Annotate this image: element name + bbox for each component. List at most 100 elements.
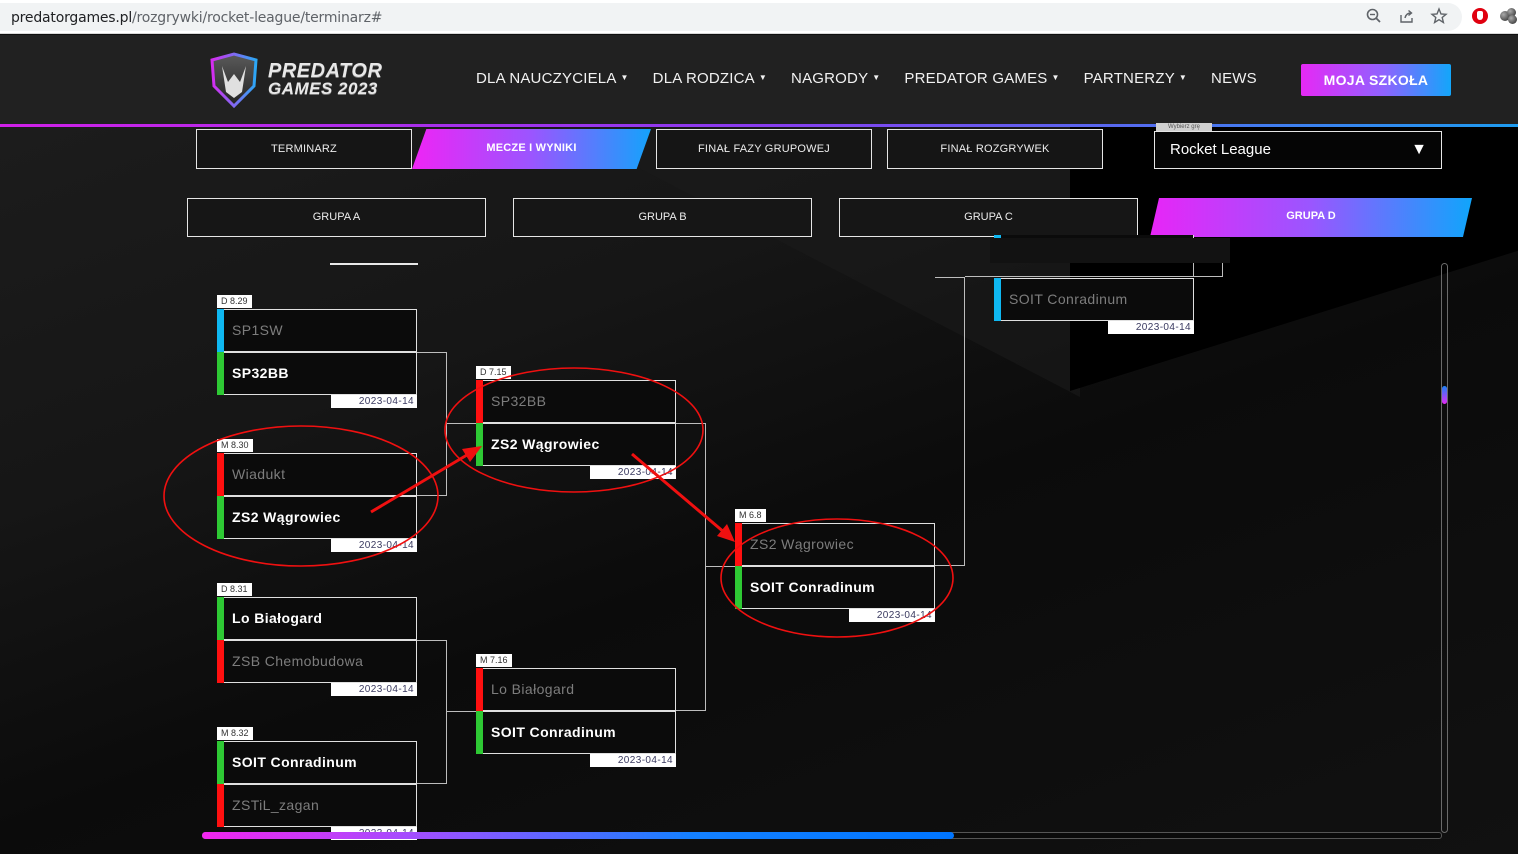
caret-down-icon: ▼ [758, 73, 768, 82]
team-name: SP32BB [232, 365, 289, 381]
team-name: ZS2 Wągrowiec [232, 509, 341, 525]
match-code: M 7.16 [476, 654, 512, 667]
tab-terminarz[interactable]: TERMINARZ [196, 129, 412, 169]
vertical-scroll-thumb[interactable] [1442, 386, 1447, 404]
caret-down-icon: ▼ [1051, 73, 1060, 82]
nav-label: NEWS [1211, 70, 1257, 87]
match-date: 2023-04-14 [590, 466, 676, 479]
match-code: D 8.31 [217, 583, 252, 596]
moja-szkola-button[interactable]: MOJA SZKOŁA [1301, 64, 1451, 96]
match-date: 2023-04-14 [331, 539, 417, 552]
team-name: ZS2 Wągrowiec [491, 436, 600, 452]
team-slot[interactable]: SOIT Conradinum [735, 566, 935, 609]
team-name: SP1SW [232, 322, 284, 338]
nav-predator-games[interactable]: PREDATOR GAMES ▼ [904, 70, 1059, 87]
status-bar [476, 668, 483, 711]
team-slot[interactable]: SP32BB [217, 352, 417, 395]
team-slot[interactable]: SP32BB [476, 380, 676, 423]
status-bar [217, 352, 224, 395]
header-gradient-line [0, 124, 1518, 127]
status-bar [217, 453, 224, 496]
team-slot[interactable]: ZS2 Wągrowiec [476, 423, 676, 466]
group-tab-b[interactable]: GRUPA B [513, 198, 812, 237]
nav-label: NAGRODY [791, 70, 869, 87]
team-slot[interactable]: SOIT Conradinum [994, 278, 1194, 321]
team-slot[interactable]: ZS2 Wągrowiec [735, 523, 935, 566]
match-date: 2023-04-14 [849, 609, 935, 622]
url-text[interactable]: predatorgames.pl/rozgrywki/rocket-league… [11, 10, 382, 26]
group-tab-c[interactable]: GRUPA C [839, 198, 1138, 237]
nav-dla-nauczyciela[interactable]: DLA NAUCZYCIELA ▼ [476, 70, 629, 87]
nav-nagrody[interactable]: NAGRODY ▼ [791, 70, 880, 87]
dropdown-arrow-icon: ▼ [1411, 141, 1427, 158]
address-bar[interactable]: predatorgames.pl/rozgrywki/rocket-league… [0, 3, 1462, 31]
bracket-connector [676, 423, 706, 711]
status-bar [735, 523, 742, 566]
status-bar [735, 566, 742, 609]
zoom-out-icon[interactable] [1365, 7, 1383, 25]
extension-icon[interactable] [1500, 8, 1518, 24]
tab-final-fazy-grupowej[interactable]: FINAŁ FAZY GRUPOWEJ [656, 129, 872, 169]
nav-news[interactable]: NEWS [1211, 70, 1257, 87]
share-icon[interactable] [1398, 7, 1416, 25]
team-name: SOIT Conradinum [750, 579, 875, 595]
status-bar [217, 741, 224, 784]
caret-down-icon: ▼ [1178, 73, 1188, 82]
team-name: Lo Białogard [491, 681, 575, 697]
tab-final-rozgrywek[interactable]: FINAŁ ROZGRYWEK [887, 129, 1103, 169]
horizontal-scroll-thumb[interactable] [202, 832, 954, 839]
team-slot[interactable]: SOIT Conradinum [217, 741, 417, 784]
bracket-connector [446, 423, 476, 424]
team-slot[interactable]: SOIT Conradinum [476, 711, 676, 754]
status-bar [994, 278, 1001, 321]
vertical-scrollbar[interactable] [1441, 263, 1448, 833]
shield-logo-icon [210, 52, 258, 108]
status-bar [476, 380, 483, 423]
logo-line-2: GAMES 2023 [268, 79, 378, 98]
status-bar [217, 496, 224, 539]
bracket-connector [417, 640, 447, 784]
status-bar [217, 309, 224, 352]
status-bar [217, 640, 224, 683]
status-bar [476, 711, 483, 754]
status-bar [217, 784, 224, 827]
bookmark-star-icon[interactable] [1430, 7, 1448, 25]
adblock-extension-icon[interactable] [1472, 8, 1488, 24]
nav-partnerzy[interactable]: PARTNERZY ▼ [1084, 70, 1187, 87]
nav-dla-rodzica[interactable]: DLA RODZICA ▼ [653, 70, 767, 87]
game-select[interactable]: Rocket League ▼ [1154, 131, 1442, 169]
bracket-clip-mask [990, 238, 1230, 263]
team-slot[interactable]: Wiadukt [217, 453, 417, 496]
url-path: /rozgrywki/rocket-league/terminarz# [132, 10, 383, 26]
team-name: ZSB Chemobudowa [232, 653, 364, 669]
team-slot[interactable]: Lo Białogard [476, 668, 676, 711]
match-code: M 8.32 [217, 727, 253, 740]
match-code: D 7.15 [476, 366, 511, 379]
nav-label: PARTNERZY [1083, 70, 1175, 87]
group-tab-a[interactable]: GRUPA A [187, 198, 486, 237]
team-slot[interactable]: ZSB Chemobudowa [217, 640, 417, 683]
match-date: 2023-04-14 [590, 754, 676, 767]
group-tab-d[interactable]: GRUPA D [1150, 198, 1472, 237]
bracket-connector [965, 263, 1223, 277]
team-slot[interactable]: Lo Białogard [217, 597, 417, 640]
bracket-connector [705, 566, 735, 567]
match-code: M 8.30 [217, 439, 253, 452]
match-date: 2023-04-14 [331, 683, 417, 696]
bracket-connector [1193, 263, 1194, 277]
match-date: 2023-04-14 [1108, 321, 1194, 334]
caret-down-icon: ▼ [872, 73, 881, 82]
team-name: Wiadukt [232, 466, 286, 482]
team-name: SOIT Conradinum [1009, 291, 1128, 307]
caret-down-icon: ▼ [620, 73, 629, 82]
url-host: predatorgames.pl [11, 10, 133, 26]
predator-games-logo[interactable]: PREDATOR GAMES 2023 [208, 52, 398, 110]
tab-mecze-i-wyniki[interactable]: MECZE I WYNIKI [412, 129, 651, 169]
team-slot[interactable]: ZS2 Wągrowiec [217, 496, 417, 539]
team-name: SOIT Conradinum [232, 754, 357, 770]
team-name: ZSTiL_zagan [232, 797, 320, 813]
team-slot[interactable]: SP1SW [217, 309, 417, 352]
bracket-connector [446, 711, 476, 712]
team-name: SP32BB [491, 393, 547, 409]
team-slot[interactable]: ZSTiL_zagan [217, 784, 417, 827]
